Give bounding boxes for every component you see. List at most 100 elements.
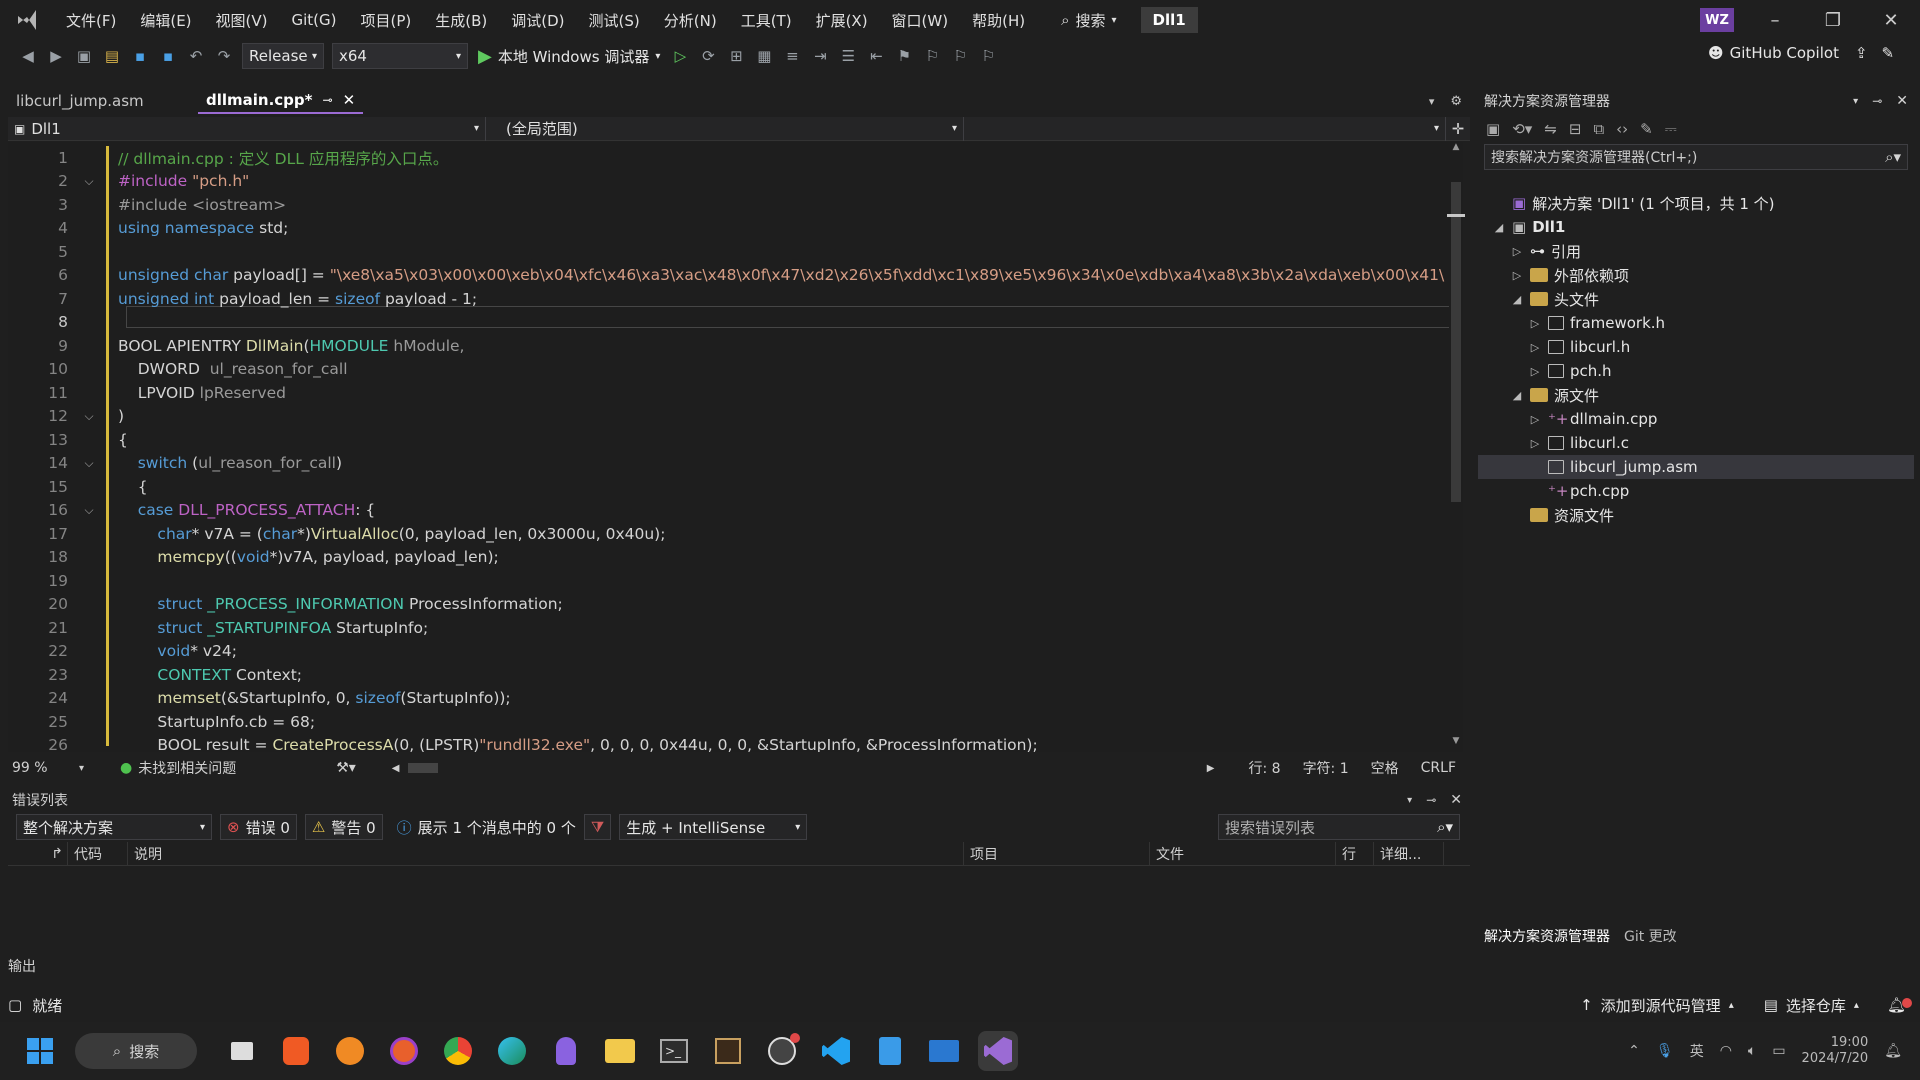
solution-search-input[interactable]: 搜索解决方案资源管理器(Ctrl+;) ⌕▾: [1484, 144, 1908, 170]
app-orange-icon[interactable]: [330, 1031, 370, 1071]
code-text[interactable]: StartupInfo.cb = 68;: [118, 713, 1458, 731]
indent-indicator[interactable]: 空格: [1371, 758, 1399, 778]
firefox-icon[interactable]: [384, 1031, 424, 1071]
bookmark-icon[interactable]: ⚑: [892, 44, 916, 68]
new-item-icon[interactable]: ▣: [72, 44, 96, 68]
task-view-icon[interactable]: [222, 1031, 262, 1071]
code-text[interactable]: #include "pch.h": [118, 172, 1458, 190]
menu-item[interactable]: 调试(D): [499, 0, 576, 40]
tree-item[interactable]: ▷ framework.h: [1478, 311, 1914, 335]
code-text[interactable]: LPVOID lpReserved: [118, 384, 1458, 402]
expand-toggle-icon[interactable]: ▷: [1528, 317, 1542, 330]
tree-item[interactable]: ▷ libcurl.c: [1478, 431, 1914, 455]
code-text[interactable]: memcpy((void*)v7A, payload, payload_len)…: [118, 548, 1458, 566]
app-purple-icon[interactable]: [546, 1031, 586, 1071]
fold-toggle-icon[interactable]: ⌵: [80, 409, 98, 424]
ime-indicator[interactable]: 英: [1690, 1041, 1704, 1061]
file-explorer-icon[interactable]: [600, 1031, 640, 1071]
menu-item[interactable]: 测试(S): [577, 0, 652, 40]
notepad-icon[interactable]: [870, 1031, 910, 1071]
close-panel-icon[interactable]: ✕: [1450, 792, 1462, 808]
edge-icon[interactable]: [492, 1031, 532, 1071]
code-editor[interactable]: 1 // dllmain.cpp : 定义 DLL 应用程序的入口点。 2 ⌵ #inc…: [8, 142, 1458, 752]
scroll-up-icon[interactable]: ▲: [1449, 142, 1463, 158]
obs-icon[interactable]: [762, 1031, 802, 1071]
horizontal-scroll-thumb[interactable]: [407, 763, 438, 773]
hscroll-right-icon[interactable]: ▶: [1207, 763, 1215, 774]
taskbar-search-button[interactable]: ⌕ 搜索: [75, 1033, 197, 1069]
filter-icon[interactable]: ⧩: [583, 814, 612, 840]
fold-toggle-icon[interactable]: ⌵: [80, 456, 98, 471]
windows-start-icon[interactable]: [20, 1031, 60, 1071]
tab-solution-explorer[interactable]: 解决方案资源管理器: [1484, 926, 1610, 946]
hscroll-left-icon[interactable]: ◀: [392, 763, 400, 774]
menu-item[interactable]: 视图(V): [204, 0, 280, 40]
app-dark-icon[interactable]: [708, 1031, 748, 1071]
code-text[interactable]: unsigned int payload_len = sizeof payloa…: [118, 290, 1458, 308]
menu-item[interactable]: 生成(B): [423, 0, 499, 40]
member-dropdown[interactable]: ▾: [964, 116, 1446, 141]
user-avatar[interactable]: WZ: [1700, 8, 1734, 32]
vertical-scrollbar[interactable]: ▲ ▼: [1447, 142, 1465, 752]
code-text[interactable]: struct _STARTUPINFOA StartupInfo;: [118, 619, 1458, 637]
wifi-icon[interactable]: ◠: [1720, 1043, 1732, 1059]
microphone-icon[interactable]: 🎙︎: [1656, 1043, 1674, 1059]
build-filter-dropdown[interactable]: 生成 + IntelliSense ▾: [619, 814, 808, 840]
collapse-all-icon[interactable]: ⊟: [1569, 120, 1582, 138]
configuration-dropdown[interactable]: Release ▾: [242, 43, 324, 69]
vscode-icon[interactable]: [816, 1031, 856, 1071]
fold-toggle-icon[interactable]: ⌵: [80, 174, 98, 189]
tree-item[interactable]: ▷ 外部依赖项: [1478, 263, 1914, 287]
menu-item[interactable]: 窗口(W): [880, 0, 961, 40]
menu-item[interactable]: 文件(F): [54, 0, 128, 40]
column-file[interactable]: 文件: [1150, 841, 1336, 866]
code-text[interactable]: switch (ul_reason_for_call): [118, 454, 1458, 472]
notifications-icon[interactable]: 🔔︎: [1887, 996, 1912, 1014]
column-indicator[interactable]: 字符: 1: [1303, 758, 1349, 778]
code-text[interactable]: case DLL_PROCESS_ATTACH: {: [118, 501, 1458, 519]
settings-icon[interactable]: ⚙: [1442, 88, 1470, 114]
visual-studio-taskbar-icon[interactable]: [978, 1031, 1018, 1071]
expand-toggle-icon[interactable]: ▷: [1528, 413, 1542, 426]
terminal-icon[interactable]: >_: [654, 1031, 694, 1071]
code-text[interactable]: unsigned char payload[] = "\xe8\xa5\x03\…: [118, 266, 1458, 284]
split-editor-icon[interactable]: ✛: [1446, 120, 1470, 138]
save-all-icon[interactable]: ▪: [156, 44, 180, 68]
tray-chevron-icon[interactable]: ⌃: [1628, 1043, 1640, 1059]
bookmark-prev-icon[interactable]: ⚐: [920, 44, 944, 68]
chrome-icon[interactable]: [438, 1031, 478, 1071]
output-tab[interactable]: 输出: [0, 955, 1920, 977]
fold-toggle-icon[interactable]: ⌵: [80, 503, 98, 518]
battery-icon[interactable]: ▭: [1772, 1043, 1785, 1059]
code-text[interactable]: ): [118, 407, 1458, 425]
tab-libcurl-jump[interactable]: libcurl_jump.asm: [8, 88, 198, 114]
undo-icon[interactable]: ↶: [184, 44, 208, 68]
zoom-dropdown[interactable]: 99 % ▾: [8, 760, 84, 776]
column-code[interactable]: 代码: [68, 841, 128, 866]
notification-bell-icon[interactable]: 🔔︎: [1884, 1043, 1902, 1059]
back-icon[interactable]: ◀: [16, 44, 40, 68]
expand-toggle-icon[interactable]: ◢: [1510, 293, 1524, 306]
close-panel-icon[interactable]: ✕: [1896, 93, 1908, 109]
select-repo-button[interactable]: ▤ 选择仓库 ▴: [1764, 995, 1859, 1016]
tab-dllmain[interactable]: dllmain.cpp* ⊸ ✕: [198, 88, 364, 114]
preview-icon[interactable]: ⎓: [1665, 120, 1677, 138]
code-text[interactable]: memset(&StartupInfo, 0, sizeof(StartupIn…: [118, 689, 1458, 707]
tree-item[interactable]: ▷ ⁺+ dllmain.cpp: [1478, 407, 1914, 431]
add-to-source-control-button[interactable]: ↑ 添加到源代码管理 ▴: [1580, 995, 1734, 1016]
show-all-files-icon[interactable]: ⧉: [1593, 120, 1604, 138]
expand-toggle-icon[interactable]: ▷: [1528, 341, 1542, 354]
pin-icon[interactable]: ⊸: [1872, 94, 1882, 108]
properties-icon[interactable]: ✎: [1640, 120, 1653, 138]
code-text[interactable]: void* v24;: [118, 642, 1458, 660]
indent-icon[interactable]: ⇤: [864, 44, 888, 68]
expand-toggle-icon[interactable]: ▷: [1528, 437, 1542, 450]
code-text[interactable]: using namespace std;: [118, 219, 1458, 237]
panel-dropdown-icon[interactable]: ▾: [1407, 795, 1412, 806]
pin-icon[interactable]: ⊸: [1426, 793, 1436, 807]
start-debugging-button[interactable]: ▶ 本地 Windows 调试器 ▾: [478, 46, 660, 67]
tree-item[interactable]: ◢ ▣ Dll1: [1478, 215, 1914, 239]
solution-config-icon[interactable]: ⊞: [724, 44, 748, 68]
panel-dropdown-icon[interactable]: ▾: [1853, 96, 1858, 107]
project-dropdown[interactable]: ▣ Dll1 ▾: [8, 116, 486, 141]
